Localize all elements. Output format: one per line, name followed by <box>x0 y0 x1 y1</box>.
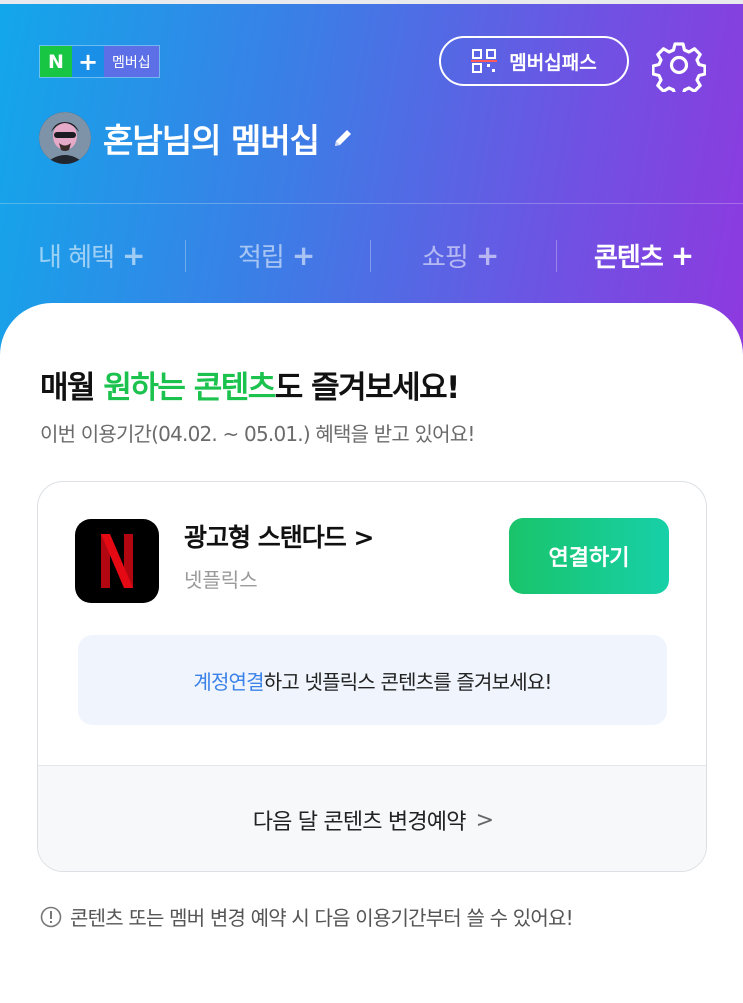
headline-pre: 매월 <box>40 370 104 406</box>
tab-my-benefits[interactable]: 내 혜택 + <box>38 220 146 290</box>
tab-bar: 내 혜택 + 적립 + 쇼핑 + 콘텐츠 + <box>0 220 743 290</box>
tab-separator <box>185 240 186 272</box>
header-divider <box>0 203 743 204</box>
tab-shopping[interactable]: 쇼핑 + <box>422 220 499 290</box>
pencil-icon[interactable] <box>331 126 355 150</box>
tab-plus-icon: + <box>475 238 499 272</box>
membership-pass-button[interactable]: 멤버십패스 <box>439 36 629 86</box>
account-connect-info: 계정연결 하고 넷플릭스 콘텐츠를 즐겨보세요! <box>78 635 667 725</box>
profile-name: 혼남님의 멤버십 <box>103 121 320 160</box>
tab-contents[interactable]: 콘텐츠 + <box>594 220 694 290</box>
qr-pass-icon <box>471 49 498 73</box>
chevron-right-icon: > <box>353 523 374 552</box>
gear-icon[interactable] <box>652 38 706 92</box>
tab-label: 내 혜택 <box>38 242 115 273</box>
next-month-change-label: 다음 달 콘텐츠 변경예약 <box>252 810 467 835</box>
chevron-right-icon: > <box>475 807 494 833</box>
tab-plus-icon: + <box>291 238 315 272</box>
notice: 콘텐츠 또는 멤버 변경 예약 시 다음 이용기간부터 쓸 수 있어요! <box>40 902 574 931</box>
product-name-link[interactable]: 광고형 스탠다드 > <box>184 518 374 554</box>
badge-text: 멤버십 <box>104 46 159 77</box>
membership-badge: N + 멤버십 <box>39 45 160 78</box>
tab-label: 적립 <box>238 242 285 273</box>
badge-n: N <box>40 46 72 77</box>
tab-label: 콘텐츠 <box>594 242 664 273</box>
tab-plus-icon: + <box>670 238 694 272</box>
account-connect-link[interactable]: 계정연결 <box>193 666 264 695</box>
headline-post: 도 즐겨보세요! <box>274 370 461 406</box>
tab-plus-icon: + <box>122 238 145 272</box>
next-month-change-button[interactable]: 다음 달 콘텐츠 변경예약 > <box>38 765 706 871</box>
product-name: 광고형 스탠다드 <box>184 523 347 552</box>
product-provider: 넷플릭스 <box>184 568 258 592</box>
notice-text: 콘텐츠 또는 멤버 변경 예약 시 다음 이용기간부터 쓸 수 있어요! <box>70 906 574 930</box>
tab-points[interactable]: 적립 + <box>238 220 315 290</box>
info-text: 하고 넷플릭스 콘텐츠를 즐겨보세요! <box>263 669 553 694</box>
headline-highlight: 원하는 콘텐츠 <box>103 370 276 406</box>
profile[interactable]: 혼남님의 멤버십 <box>39 112 355 164</box>
netflix-n-icon <box>101 534 133 588</box>
content-card: 광고형 스탠다드 > 넷플릭스 연결하기 계정연결 하고 넷플릭스 콘텐츠를 즐겨… <box>37 481 707 872</box>
tab-separator <box>370 240 371 272</box>
status-strip <box>0 0 743 4</box>
info-circle-icon <box>40 906 62 927</box>
page-headline: 매월 원하는 콘텐츠도 즐겨보세요! <box>40 362 461 407</box>
badge-plus: + <box>72 46 104 77</box>
membership-pass-label: 멤버십패스 <box>509 51 597 74</box>
period-subline: 이번 이용기간(04.02. ~ 05.01.) 혜택을 받고 있어요! <box>40 422 475 446</box>
tab-separator <box>556 240 557 272</box>
tab-label: 쇼핑 <box>422 242 469 273</box>
avatar <box>39 112 91 164</box>
netflix-logo <box>75 519 159 603</box>
connect-button[interactable]: 연결하기 <box>509 518 669 594</box>
